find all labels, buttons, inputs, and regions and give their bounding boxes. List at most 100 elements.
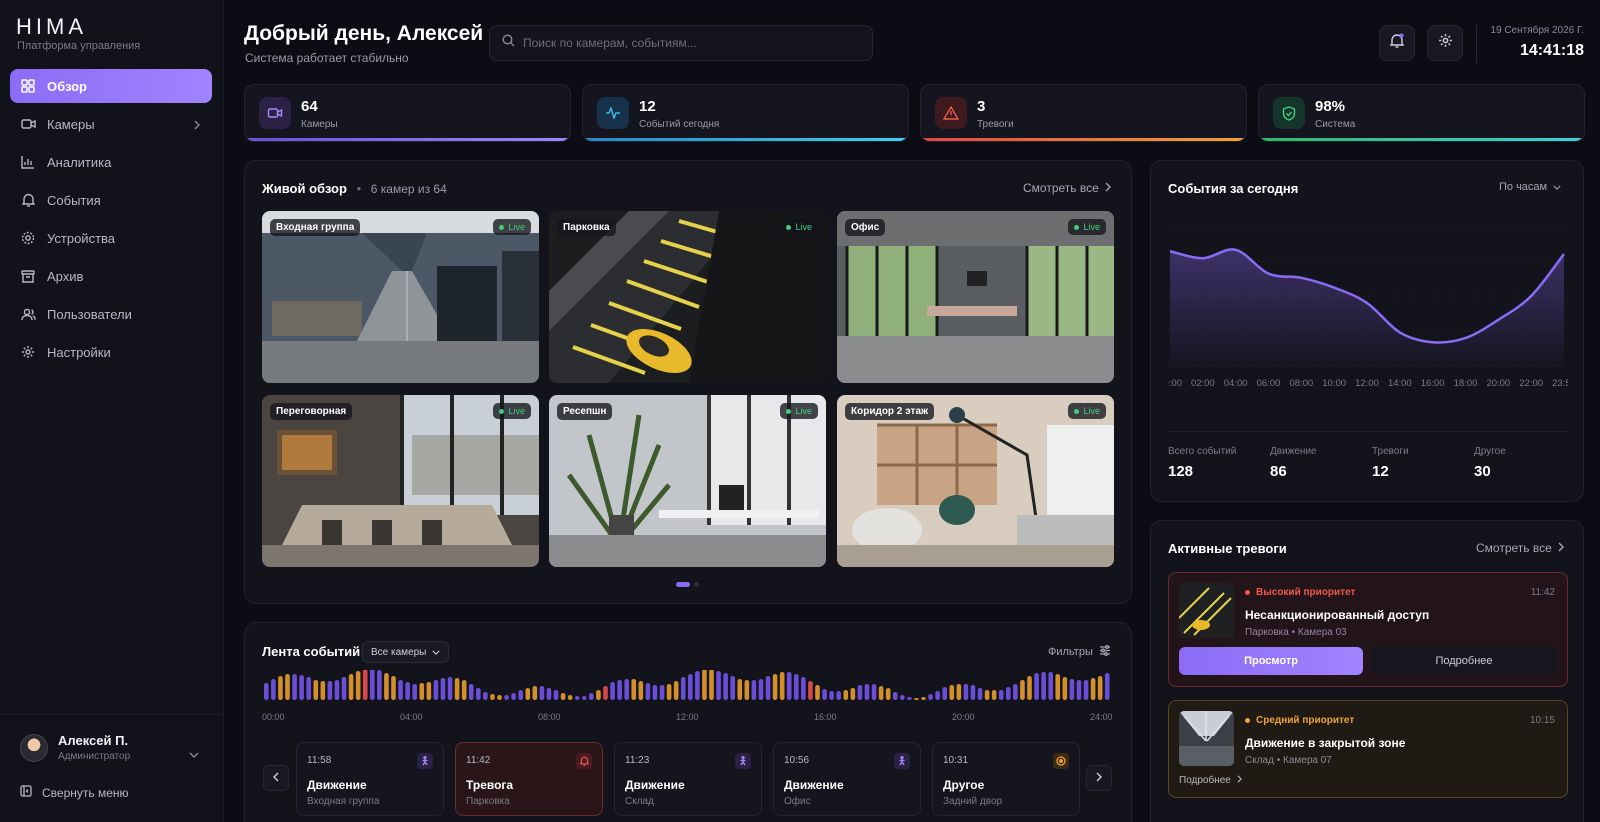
collapse-menu-button[interactable]: Свернуть меню — [20, 785, 129, 800]
timeline-bar — [1104, 673, 1110, 700]
sidebar-item-analytics[interactable]: Аналитика — [10, 145, 212, 179]
alert-details-link[interactable]: Подробнее — [1179, 775, 1242, 786]
sidebar-item-settings[interactable]: Настройки — [10, 335, 212, 369]
notifications-button[interactable] — [1379, 25, 1415, 61]
filters-button[interactable]: Фильтры — [1048, 645, 1111, 659]
users-icon — [20, 306, 36, 322]
sidebar-item-events[interactable]: События — [10, 183, 212, 217]
chart-x-tick-label: 20:00 — [1486, 378, 1510, 389]
camera-filter-select[interactable]: Все камеры — [362, 641, 450, 663]
timeline-bar — [744, 680, 750, 700]
camera-tile-reception[interactable]: Ресепшн Live — [549, 395, 826, 567]
timeline-bar — [483, 692, 488, 700]
alert-thumbnail — [1179, 711, 1234, 766]
alert-card-medium[interactable]: Средний приоритет 10:15 Движение в закры… — [1168, 700, 1568, 798]
page-title: Добрый день, Алексей — [244, 22, 484, 45]
timeline-bar — [638, 681, 644, 700]
search-box[interactable] — [489, 25, 873, 61]
sidebar-item-users[interactable]: Пользователи — [10, 297, 212, 331]
timeline-bar — [716, 671, 721, 700]
event-card[interactable]: 11:42 Тревога Парковка — [455, 742, 603, 816]
archive-icon — [20, 268, 36, 284]
timeline-bar — [751, 680, 757, 700]
event-card[interactable]: 11:23 Движение Склад — [614, 742, 762, 816]
sidebar-item-overview[interactable]: Обзор — [10, 69, 212, 103]
chart-x-tick-label: 16:00 — [1421, 378, 1445, 389]
timeline-bar — [504, 695, 509, 700]
timeline-tick: 20:00 — [952, 712, 975, 722]
camera-tile-entrance[interactable]: Входная группа Live — [262, 211, 539, 383]
chart-total-all: Всего событий 128 — [1168, 446, 1237, 480]
alert-card-high[interactable]: Высокий приоритет 11:42 Несанкционирован… — [1168, 572, 1568, 687]
sidebar-item-label: Устройства — [47, 230, 116, 246]
chart-x-tick-label: 00:00 — [1168, 378, 1182, 389]
camera-tile-office[interactable]: Офис Live — [837, 211, 1114, 383]
timeline-bar — [285, 674, 290, 700]
stat-card-events[interactable]: 12 Событий сегодня — [582, 84, 909, 142]
alert-source: Склад • Камера 07 — [1245, 755, 1332, 766]
timeline-bar — [560, 693, 566, 700]
timeline-bar — [801, 677, 806, 700]
chevron-down-icon — [1553, 181, 1561, 193]
live-view-see-all-link[interactable]: Смотреть все — [1023, 181, 1111, 195]
camera-tile-meeting-room[interactable]: Переговорная Live — [262, 395, 539, 567]
bell-icon — [20, 192, 36, 208]
event-source: Парковка — [466, 796, 510, 807]
stat-card-alarms[interactable]: 3 Тревоги — [920, 84, 1247, 142]
timeline-bar — [567, 695, 573, 700]
timeline-bar — [1097, 676, 1103, 700]
timeline-bar — [327, 681, 333, 700]
user-profile[interactable]: Алексей П. Администратор — [20, 733, 130, 762]
feed-prev-button[interactable] — [263, 765, 289, 791]
user-name: Алексей П. — [58, 733, 129, 748]
settings-button[interactable] — [1427, 25, 1463, 61]
carousel-pagination[interactable] — [676, 582, 699, 587]
timeline-bar — [652, 685, 658, 700]
timeline-bar — [624, 679, 629, 700]
chevron-right-icon — [194, 118, 200, 133]
sidebar-item-archive[interactable]: Архив — [10, 259, 212, 293]
event-card[interactable]: 10:31 Другое Задний двор — [932, 742, 1080, 816]
chevron-down-icon[interactable] — [189, 745, 199, 763]
events-chart-title: События за сегодня — [1168, 181, 1299, 196]
stat-value: 12 — [639, 98, 656, 115]
event-timeline[interactable] — [262, 670, 1114, 708]
timeline-bar — [313, 680, 319, 700]
timeline-bar — [398, 680, 403, 700]
timeline-bar — [928, 694, 933, 700]
view-alert-button[interactable]: Просмотр — [1179, 647, 1363, 675]
alerts-see-all-link[interactable]: Смотреть все — [1476, 541, 1564, 555]
event-card[interactable]: 10:56 Движение Офис — [773, 742, 921, 816]
chart-divider — [1168, 431, 1566, 432]
stat-card-cameras[interactable]: 64 Камеры — [244, 84, 571, 142]
events-area-chart[interactable]: 00:00 02:00 04:00 06:00 08:00 10:00 12:00 14:00… — [1168, 222, 1568, 392]
event-source: Офис — [784, 796, 811, 807]
user-role: Администратор — [58, 751, 131, 762]
chart-x-tick-label: 18:00 — [1454, 378, 1478, 389]
sidebar-item-devices[interactable]: Устройства — [10, 221, 212, 255]
event-type: Движение — [784, 778, 844, 792]
camera-tile-parking[interactable]: Парковка Live — [549, 211, 826, 383]
timeline-bar — [582, 696, 587, 700]
search-input[interactable] — [523, 36, 853, 50]
stat-accent-bar — [245, 138, 570, 141]
camera-tile-corridor-2[interactable]: Коридор 2 этаж Live — [837, 395, 1114, 567]
alert-details-button[interactable]: Подробнее — [1371, 647, 1557, 675]
timeline-bar — [695, 671, 700, 700]
timeline-bar — [1020, 680, 1025, 700]
feed-next-button[interactable] — [1086, 765, 1112, 791]
event-card[interactable]: 11:58 Движение Входная группа — [296, 742, 444, 816]
timeline-bar — [1076, 680, 1082, 700]
sidebar-item-cameras[interactable]: Камеры — [10, 107, 212, 141]
page-dot-active[interactable] — [676, 582, 690, 587]
stat-card-system[interactable]: 98% Система — [1258, 84, 1585, 142]
page-dot[interactable] — [694, 582, 699, 587]
timeline-bar — [977, 688, 983, 700]
timeline-bar — [271, 679, 276, 700]
chart-period-select[interactable]: По часам — [1499, 181, 1561, 193]
camera-filter-value: Все камеры — [371, 646, 427, 658]
timeline-bar — [377, 670, 382, 700]
timeline-bar — [885, 688, 891, 700]
timeline-bar — [688, 674, 693, 700]
alert-source: Парковка • Камера 03 — [1245, 627, 1347, 638]
